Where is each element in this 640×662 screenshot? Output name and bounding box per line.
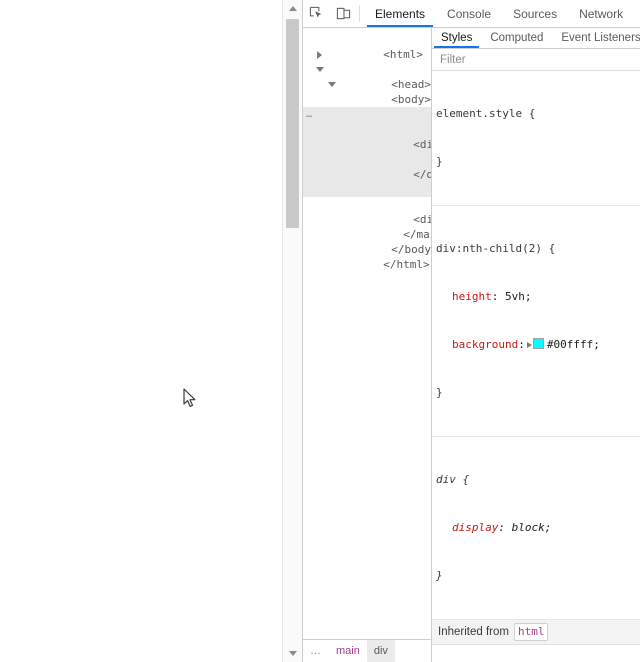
dom-node-html-open[interactable]: <html> <box>303 32 431 61</box>
css-rule-element-style[interactable]: element.style { } <box>432 71 640 206</box>
css-rule-div-user-agent[interactable]: div { display: block; } <box>432 437 640 620</box>
dom-node-html-close[interactable]: </html> <box>303 242 431 271</box>
dom-node-close-tag: </div> <box>413 168 431 181</box>
dom-node-open-tag: <div> <box>413 138 431 151</box>
scrollbar-thumb[interactable] <box>286 19 299 228</box>
dom-node-main-close[interactable]: </main> <box>303 212 431 241</box>
styles-filter-input[interactable] <box>440 53 620 66</box>
elements-panel: <html> <head>…</head> <body> <main> <div… <box>303 28 432 662</box>
page-vertical-scrollbar[interactable] <box>282 0 302 662</box>
dom-node-div-selected[interactable]: … <div>111111 </div>== $0 <box>303 107 431 197</box>
chevron-right-icon[interactable] <box>317 51 322 59</box>
css-property-value[interactable]: block; <box>512 521 552 534</box>
chevron-down-icon[interactable] <box>328 82 336 91</box>
tab-sources[interactable]: Sources <box>502 0 568 27</box>
css-declaration-display[interactable]: display: block; <box>436 520 640 536</box>
dom-node-div-first[interactable]: <div></div> <box>303 92 431 121</box>
breadcrumb-item-div[interactable]: div <box>366 640 395 662</box>
breadcrumb-item-overflow[interactable]: … <box>303 640 329 662</box>
breadcrumb-item-main[interactable]: main <box>329 640 367 662</box>
css-property-name[interactable]: background <box>452 338 518 351</box>
dom-node-label: </html> <box>383 258 430 271</box>
css-rule-close-brace: } <box>436 569 443 582</box>
tab-network-label: Network <box>579 6 624 21</box>
tab-computed-label: Computed <box>490 32 544 44</box>
tab-event-listeners[interactable]: Event Listeners <box>552 28 640 48</box>
tab-styles[interactable]: Styles <box>432 28 481 48</box>
devtools-toolbar: Elements Console Sources Network <box>303 0 640 28</box>
tab-computed[interactable]: Computed <box>481 28 552 48</box>
toolbar-divider <box>359 5 360 22</box>
inspect-element-icon[interactable] <box>303 0 330 27</box>
css-rule-html-user-agent[interactable]: html { color: -internal-root-color; } <box>432 645 640 662</box>
tab-elements-label: Elements <box>375 6 426 21</box>
css-rule-div-nth-child-2[interactable]: div:nth-child(2) { height: 5vh; backgrou… <box>432 206 640 437</box>
css-property-value[interactable]: 5vh; <box>505 290 532 303</box>
inherited-label: Inherited from <box>438 626 509 638</box>
page-viewport[interactable] <box>0 0 282 662</box>
devtools-panel: Elements Console Sources Network <html> … <box>302 0 640 662</box>
tab-styles-label: Styles <box>441 32 473 44</box>
styles-tabbar: Styles Computed Event Listeners <box>432 28 640 49</box>
dom-node-div-third[interactable]: <div></div> <box>303 197 431 226</box>
css-property-value[interactable]: #00ffff; <box>547 338 600 351</box>
tab-console-label: Console <box>447 6 492 21</box>
tab-sources-label: Sources <box>513 6 558 21</box>
styles-panel: Styles Computed Event Listeners element.… <box>432 28 640 662</box>
css-rule-close-brace: } <box>436 155 443 168</box>
css-rules-list: element.style { } div:nth-child(2) { hei… <box>432 71 640 662</box>
dom-node-body-close[interactable]: </body> <box>303 227 431 256</box>
color-swatch-icon[interactable] <box>532 338 544 349</box>
dom-node-head[interactable]: <head>…</head> <box>303 47 431 91</box>
styles-filter-row <box>432 49 640 71</box>
tab-event-listeners-label: Event Listeners <box>561 32 640 44</box>
css-rule-close-brace: } <box>436 386 443 399</box>
css-declaration-background[interactable]: background: #00ffff; <box>436 337 640 353</box>
device-toolbar-icon[interactable] <box>330 0 357 27</box>
css-selector[interactable]: div:nth-child(2) { <box>436 241 640 257</box>
dom-node-main-open[interactable]: <main> <box>303 77 431 121</box>
breadcrumb: … main div <box>303 639 431 662</box>
tab-elements[interactable]: Elements <box>364 0 436 27</box>
tab-network[interactable]: Network <box>568 0 634 27</box>
scroll-down-arrow-icon[interactable] <box>283 645 302 662</box>
dom-tree[interactable]: <html> <head>…</head> <body> <main> <div… <box>303 28 431 639</box>
css-selector[interactable]: element.style { <box>436 106 640 122</box>
inherited-source-node[interactable]: html <box>513 623 549 641</box>
devtools-body: <html> <head>…</head> <body> <main> <div… <box>303 28 640 662</box>
css-declaration-height[interactable]: height: 5vh; <box>436 289 640 305</box>
tab-console[interactable]: Console <box>436 0 502 27</box>
chevron-down-icon[interactable] <box>316 67 324 76</box>
css-property-name[interactable]: height <box>452 290 492 303</box>
dom-node-body-open[interactable]: <body> <box>303 62 431 106</box>
css-selector[interactable]: div { <box>436 472 640 488</box>
css-property-name[interactable]: display <box>452 521 498 534</box>
expand-shorthand-icon[interactable] <box>526 342 532 348</box>
inherited-section-header: Inherited from html <box>432 620 640 645</box>
scroll-up-arrow-icon[interactable] <box>283 0 302 17</box>
node-collapsed-badge[interactable]: … <box>306 110 313 120</box>
mouse-arrow-cursor-icon <box>183 388 196 408</box>
